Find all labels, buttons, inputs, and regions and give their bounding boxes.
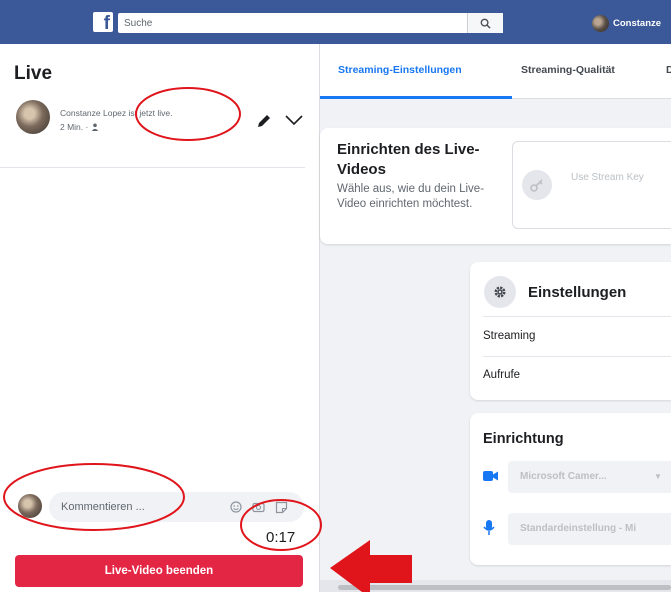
annotation-overlay [3, 87, 412, 592]
annotation-circle [3, 463, 185, 531]
annotation-circle [135, 87, 241, 141]
red-arrow [330, 540, 412, 592]
annotation-circle [240, 499, 322, 551]
